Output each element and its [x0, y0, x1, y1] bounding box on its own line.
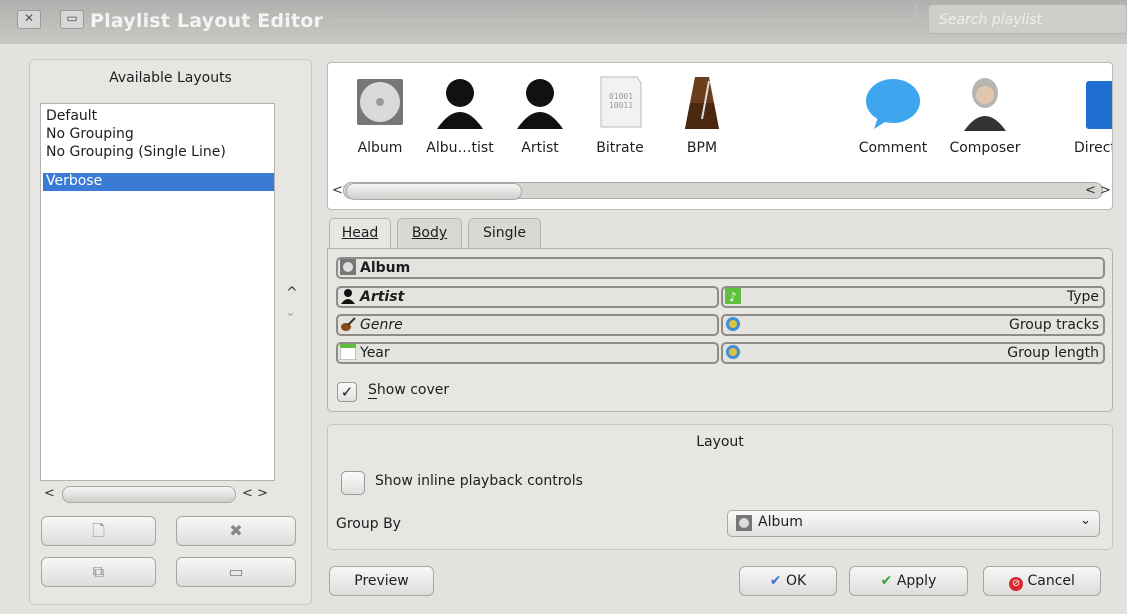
- rename-icon: ▭: [228, 562, 244, 581]
- layout-item-no-grouping-single-line[interactable]: No Grouping (Single Line): [43, 144, 226, 162]
- title-decoration: [330, 4, 916, 21]
- token-row-year[interactable]: Year: [336, 342, 719, 364]
- layout-item-default[interactable]: Default: [43, 108, 97, 126]
- available-layouts-heading: Available Layouts: [109, 70, 232, 86]
- search-playlist-input[interactable]: Search playlist: [928, 4, 1127, 34]
- album-artist-icon: [431, 73, 489, 131]
- new-document-icon: 🗋: [92, 521, 105, 540]
- layouts-horizontal-scrollbar[interactable]: [62, 486, 236, 503]
- cancel-button[interactable]: ⊘ Cancel: [983, 566, 1101, 596]
- scroll-left-icon[interactable]: <: [44, 486, 55, 501]
- inline-playback-controls-label: Show inline playback controls: [375, 473, 583, 489]
- cancel-icon: ⊘: [1009, 577, 1024, 591]
- ok-check-icon: ✔: [769, 573, 782, 589]
- group-tracks-icon: [725, 316, 741, 332]
- music-note-icon: ♪: [725, 288, 741, 304]
- comment-bubble-icon: [864, 73, 922, 131]
- group-by-label: Group By: [336, 516, 401, 532]
- apply-button[interactable]: ✔ Apply: [849, 566, 968, 596]
- token-album[interactable]: Album: [340, 73, 420, 156]
- token-row-artist[interactable]: Artist: [336, 286, 719, 308]
- delete-x-icon: ✖: [229, 521, 243, 540]
- token-bitrate[interactable]: 01001 10011 Bitrate: [580, 73, 660, 156]
- composer-icon: [956, 73, 1014, 131]
- token-composer[interactable]: Composer: [945, 73, 1025, 156]
- window-title: Playlist Layout Editor: [90, 10, 324, 32]
- ok-button[interactable]: ✔ OK: [739, 566, 837, 596]
- token-comment[interactable]: Comment: [853, 73, 933, 156]
- delete-layout-button[interactable]: ✖: [176, 516, 296, 546]
- maximize-window-icon[interactable]: ▭: [60, 10, 84, 29]
- show-cover-label: Show cover: [368, 382, 450, 399]
- token-row-album[interactable]: Album: [336, 257, 1105, 279]
- token-row-genre[interactable]: Genre: [336, 314, 719, 336]
- folder-icon: [1066, 73, 1112, 131]
- strip-scroll-thumb[interactable]: [346, 183, 522, 200]
- chevron-down-icon: ⌄: [1080, 513, 1091, 528]
- tab-single[interactable]: Single: [468, 218, 541, 248]
- copy-layout-button[interactable]: ⧉: [41, 557, 156, 587]
- tab-body[interactable]: Body: [397, 218, 462, 248]
- svg-text:01001: 01001: [609, 92, 633, 101]
- scroll-down-icon[interactable]: ⌄: [285, 305, 296, 320]
- artist-small-icon: [340, 288, 356, 304]
- show-cover-checkbox[interactable]: ✓: [337, 382, 357, 402]
- metronome-icon: [673, 73, 731, 131]
- calendar-icon: [339, 344, 357, 361]
- copy-icon: ⧉: [92, 562, 105, 581]
- svg-text:10011: 10011: [609, 101, 633, 110]
- guitar-icon: [340, 316, 356, 332]
- album-small-icon: [736, 515, 752, 531]
- token-row-group-tracks[interactable]: Group tracks: [721, 314, 1105, 336]
- apply-check-icon: ✔: [880, 573, 893, 589]
- layout-item-no-grouping[interactable]: No Grouping: [43, 126, 134, 144]
- token-artist[interactable]: Artist: [500, 73, 580, 156]
- token-album-artist[interactable]: Albu…tist: [420, 73, 500, 156]
- title-bar: ✕ ▭ Playlist Layout Editor Search playli…: [0, 0, 1127, 44]
- layout-item-verbose[interactable]: Verbose: [43, 173, 274, 191]
- layouts-list[interactable]: Default No Grouping No Grouping (Single …: [40, 103, 275, 481]
- token-bpm[interactable]: BPM: [662, 73, 742, 156]
- group-length-icon: [725, 344, 741, 360]
- strip-scroll-icon[interactable]: < >: [1085, 183, 1111, 198]
- scroll-up-icon[interactable]: ^: [286, 285, 298, 301]
- bitrate-icon: 01001 10011: [591, 73, 649, 131]
- checkmark-icon: ✓: [340, 383, 354, 401]
- preview-button[interactable]: Preview: [329, 566, 434, 596]
- group-by-select[interactable]: Album ⌄: [727, 510, 1100, 537]
- token-row-group-length[interactable]: Group length: [721, 342, 1105, 364]
- album-small-icon: [340, 259, 356, 275]
- layout-section-title: Layout: [696, 434, 744, 450]
- close-window-icon[interactable]: ✕: [17, 10, 41, 29]
- svg-text:♪: ♪: [729, 290, 737, 304]
- token-directory[interactable]: Direct: [1055, 73, 1112, 156]
- new-layout-button[interactable]: 🗋: [41, 516, 156, 546]
- artist-icon: [511, 73, 569, 131]
- inline-playback-controls-checkbox[interactable]: [341, 471, 365, 495]
- rename-layout-button[interactable]: ▭: [176, 557, 296, 587]
- group-by-value: Album: [758, 514, 803, 530]
- token-row-type[interactable]: ♪ Type: [721, 286, 1105, 308]
- strip-scroll-left-icon[interactable]: <: [332, 183, 343, 198]
- album-disc-icon: [351, 73, 409, 131]
- tab-head[interactable]: Head: [329, 218, 391, 250]
- scroll-left-right-icon[interactable]: < >: [242, 486, 268, 501]
